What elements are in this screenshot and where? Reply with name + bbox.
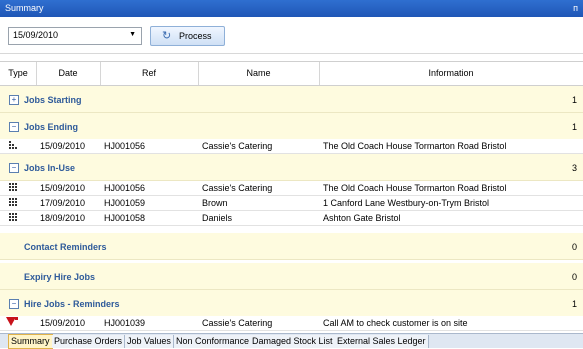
cell-ref: HJ001058	[104, 213, 146, 223]
expand-icon[interactable]: +	[9, 95, 19, 105]
cell-name: Daniels	[202, 213, 233, 223]
cell-name: Cassie's Catering	[202, 318, 273, 328]
cell-information: 1 Canford Lane Westbury-on-Trym Bristol	[323, 198, 490, 208]
cell-ref: HJ001039	[104, 318, 146, 328]
reminder-flag-icon	[6, 317, 18, 330]
group-jobs-ending[interactable]: − Jobs Ending 1	[0, 113, 583, 140]
group-count: 0	[571, 272, 577, 282]
group-expiry-hire-jobs[interactable]: Expiry Hire Jobs 0	[0, 263, 583, 290]
tab-external-sales-ledger[interactable]: External Sales Ledger	[335, 335, 429, 348]
collapse-icon[interactable]: −	[9, 163, 19, 173]
tab-damaged-stock-list[interactable]: Damaged Stock List	[250, 335, 336, 348]
group-hire-jobs-reminders[interactable]: − Hire Jobs - Reminders 1	[0, 290, 583, 317]
pin-icon[interactable]: ᴨ	[573, 3, 578, 13]
job-in-use-icon	[9, 183, 18, 194]
table-row[interactable]: 18/09/2010 HJ001058 Daniels Ashton Gate …	[0, 211, 583, 226]
cell-date: 15/09/2010	[40, 183, 86, 193]
table-row[interactable]: 15/09/2010 HJ001056 Cassie's Catering Th…	[0, 181, 583, 196]
window-title: Summary	[5, 3, 44, 13]
job-ending-icon	[9, 141, 18, 152]
collapse-icon[interactable]: −	[9, 122, 19, 132]
cell-name: Cassie's Catering	[202, 141, 273, 151]
column-header-name[interactable]: Name	[198, 62, 320, 85]
summary-title-bar: Summary ᴨ	[0, 0, 583, 17]
group-label: Expiry Hire Jobs	[24, 272, 96, 282]
cell-name: Brown	[202, 198, 228, 208]
column-header-information[interactable]: Information	[319, 62, 583, 85]
job-in-use-icon	[9, 198, 18, 209]
column-header-type[interactable]: Type	[0, 62, 37, 85]
chevron-down-icon[interactable]: ▼	[129, 31, 136, 38]
table-row[interactable]: 15/09/2010 HJ001039 Cassie's Catering Ca…	[0, 316, 583, 331]
process-button[interactable]: ↻ Process	[150, 26, 225, 46]
tab-non-conformance[interactable]: Non Conformance	[174, 335, 253, 348]
group-label: Jobs Ending	[24, 122, 78, 132]
cell-ref: HJ001056	[104, 183, 146, 193]
group-label: Jobs Starting	[24, 95, 82, 105]
group-label: Hire Jobs - Reminders	[24, 299, 120, 309]
job-in-use-icon	[9, 213, 18, 224]
grid-header: Type Date Ref Name Information	[0, 61, 583, 86]
cell-ref: HJ001059	[104, 198, 146, 208]
column-header-ref[interactable]: Ref	[100, 62, 199, 85]
cell-name: Cassie's Catering	[202, 183, 273, 193]
cell-information: Call AM to check customer is on site	[323, 318, 468, 328]
group-count: 0	[571, 242, 577, 252]
collapse-icon[interactable]: −	[9, 299, 19, 309]
refresh-icon: ↻	[162, 30, 172, 42]
toolbar: 15/09/2010 ▼ ↻ Process	[0, 17, 583, 54]
cell-information: The Old Coach House Tormarton Road Brist…	[323, 183, 507, 193]
group-count: 3	[571, 163, 577, 173]
process-button-label: Process	[179, 31, 212, 41]
group-label: Jobs In-Use	[24, 163, 76, 173]
table-row[interactable]: 17/09/2010 HJ001059 Brown 1 Canford Lane…	[0, 196, 583, 211]
group-count: 1	[571, 122, 577, 132]
group-jobs-starting[interactable]: + Jobs Starting 1	[0, 86, 583, 113]
cell-date: 17/09/2010	[40, 198, 86, 208]
cell-information: The Old Coach House Tormarton Road Brist…	[323, 141, 507, 151]
group-jobs-in-use[interactable]: − Jobs In-Use 3	[0, 154, 583, 181]
cell-date: 18/09/2010	[40, 213, 86, 223]
cell-date: 15/09/2010	[40, 141, 86, 151]
cell-ref: HJ001056	[104, 141, 146, 151]
date-select-value: 15/09/2010	[13, 30, 59, 40]
bottom-tab-strip: Summary Purchase Orders Job Values Non C…	[0, 333, 583, 349]
tab-purchase-orders[interactable]: Purchase Orders	[52, 335, 126, 348]
group-contact-reminders[interactable]: Contact Reminders 0	[0, 233, 583, 260]
group-label: Contact Reminders	[24, 242, 107, 252]
tab-job-values[interactable]: Job Values	[125, 335, 174, 348]
cell-information: Ashton Gate Bristol	[323, 213, 401, 223]
group-count: 1	[571, 95, 577, 105]
cell-date: 15/09/2010	[40, 318, 86, 328]
table-row[interactable]: 15/09/2010 HJ001056 Cassie's Catering Th…	[0, 139, 583, 154]
date-select[interactable]: 15/09/2010 ▼	[8, 27, 142, 45]
column-header-date[interactable]: Date	[36, 62, 101, 85]
group-count: 1	[571, 299, 577, 309]
